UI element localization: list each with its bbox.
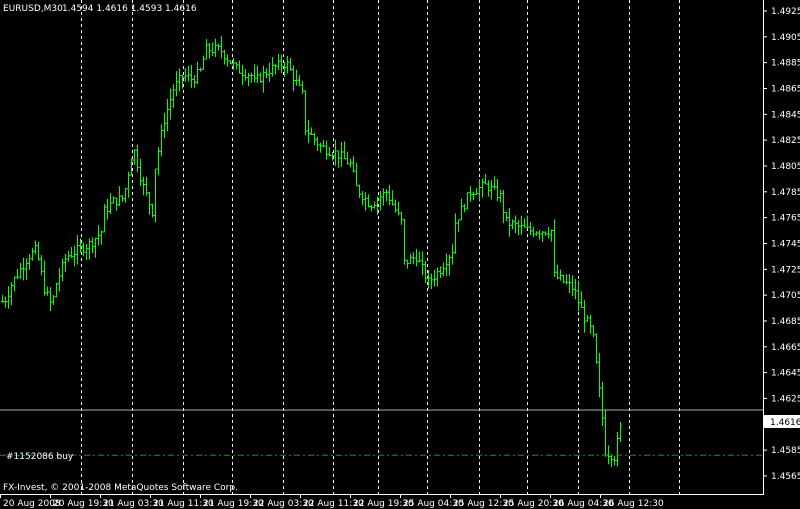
y-tick-label: 1.4825 — [771, 136, 800, 146]
y-tick-label: 1.4625 — [771, 394, 800, 404]
y-tick-label: 1.4645 — [771, 369, 800, 379]
copyright-footer: FX-Invest, © 2001-2008 MetaQuotes Softwa… — [3, 483, 238, 493]
symbol-header: EURUSD,M30 — [3, 4, 63, 14]
price-chart[interactable]: 1.4925 1.4905 1.4885 1.4865 1.4845 1.4825 1.48… — [0, 0, 800, 509]
y-tick-label: 1.4565 — [771, 472, 800, 482]
y-tick-label: 1.4805 — [771, 162, 800, 172]
y-tick-label: 1.4905 — [771, 33, 800, 43]
current-price-label: 1.4616 — [770, 418, 800, 428]
y-tick-label: 1.4765 — [771, 214, 800, 224]
y-tick-label: 1.4865 — [771, 84, 800, 94]
y-tick-label: 1.4845 — [771, 110, 800, 120]
y-tick-label: 1.4925 — [771, 7, 800, 17]
y-tick-label: 1.4725 — [771, 265, 800, 275]
y-tick-label: 1.4585 — [771, 446, 800, 456]
y-tick-label: 1.4785 — [771, 188, 800, 198]
x-tick-label: 26 Aug 12:30 — [603, 499, 664, 509]
y-tick-label: 1.4705 — [771, 291, 800, 301]
y-tick-label: 1.4885 — [771, 59, 800, 69]
order-label: #1152086 buy — [6, 452, 74, 462]
ohlc-header: 1.4594 1.4616 1.4593 1.4616 — [62, 4, 197, 14]
y-tick-label: 1.4685 — [771, 317, 800, 327]
y-tick-label: 1.4665 — [771, 343, 800, 353]
y-tick-label: 1.4745 — [771, 239, 800, 249]
